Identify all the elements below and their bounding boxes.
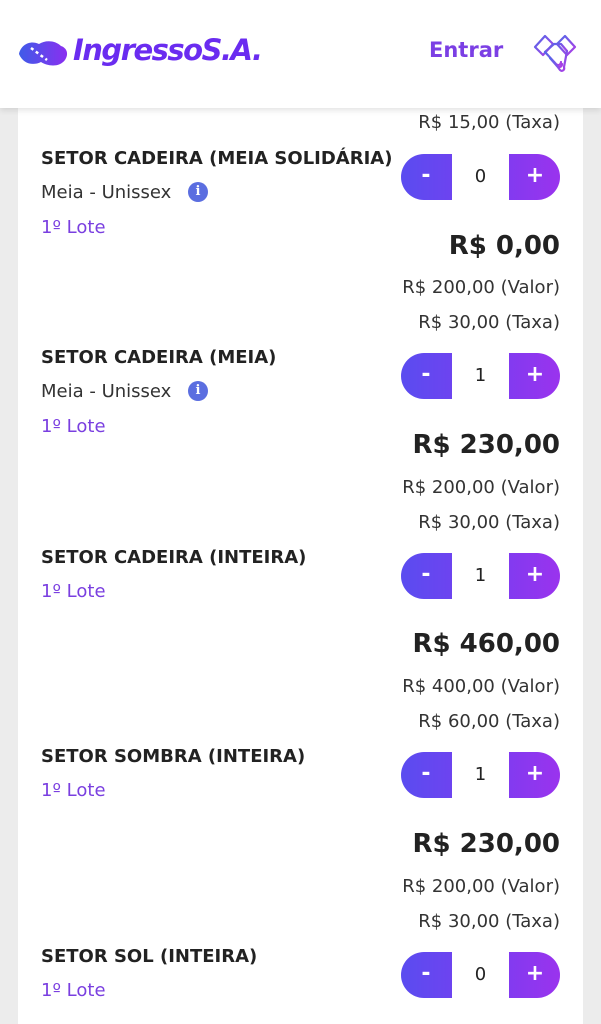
fee-line: R$ 30,00 (Taxa)	[418, 312, 560, 333]
info-icon[interactable]: i	[188, 182, 208, 202]
quantity-value[interactable]: 1	[452, 752, 509, 798]
lot-label: 1º Lote	[41, 581, 106, 602]
total-price: R$ 0,00	[448, 231, 560, 261]
total-price: R$ 230,00	[412, 430, 561, 460]
brand-name[interactable]: IngressoS.A.	[73, 33, 263, 67]
value-line: R$ 400,00 (Valor)	[402, 676, 560, 697]
info-icon[interactable]: i	[188, 381, 208, 401]
quantity-stepper: - 0 +	[401, 154, 560, 200]
fee-line: R$ 15,00 (Taxa)	[418, 112, 560, 133]
handshake-icon[interactable]	[532, 32, 578, 78]
sector-title: SETOR CADEIRA (MEIA SOLIDÁRIA)	[41, 148, 393, 169]
increment-button[interactable]: +	[510, 752, 560, 798]
increment-button[interactable]: +	[510, 553, 560, 599]
increment-button[interactable]: +	[510, 353, 560, 399]
decrement-button[interactable]: -	[401, 154, 451, 200]
quantity-stepper: - 0 +	[401, 952, 560, 998]
ticket-logo-icon[interactable]	[17, 38, 69, 68]
login-link[interactable]: Entrar	[429, 38, 503, 62]
fee-line: R$ 60,00 (Taxa)	[418, 711, 560, 732]
fee-line: R$ 30,00 (Taxa)	[418, 512, 560, 533]
sector-title: SETOR CADEIRA (INTEIRA)	[41, 547, 307, 568]
quantity-value[interactable]: 1	[452, 553, 509, 599]
app-header: IngressoS.A. Entrar	[0, 0, 601, 108]
value-line: R$ 200,00 (Valor)	[402, 277, 560, 298]
ticket-selection-panel: R$ 15,00 (Taxa) SETOR CADEIRA (MEIA SOLI…	[18, 108, 583, 1024]
value-line: R$ 200,00 (Valor)	[402, 876, 560, 897]
decrement-button[interactable]: -	[401, 752, 451, 798]
lot-label: 1º Lote	[41, 416, 106, 437]
sector-title: SETOR SOL (INTEIRA)	[41, 946, 258, 967]
lot-label: 1º Lote	[41, 980, 106, 1001]
quantity-value[interactable]: 0	[452, 154, 509, 200]
quantity-stepper: - 1 +	[401, 353, 560, 399]
quantity-stepper: - 1 +	[401, 553, 560, 599]
total-price: R$ 230,00	[412, 829, 561, 859]
sector-title: SETOR SOMBRA (INTEIRA)	[41, 746, 306, 767]
total-price: R$ 460,00	[412, 629, 561, 659]
sector-subtitle: Meia - Unissex	[41, 182, 172, 203]
sector-subtitle: Meia - Unissex	[41, 381, 172, 402]
quantity-value[interactable]: 0	[452, 952, 509, 998]
quantity-value[interactable]: 1	[452, 353, 509, 399]
value-line: R$ 200,00 (Valor)	[402, 477, 560, 498]
decrement-button[interactable]: -	[401, 952, 451, 998]
fee-line: R$ 30,00 (Taxa)	[418, 911, 560, 932]
increment-button[interactable]: +	[510, 952, 560, 998]
increment-button[interactable]: +	[510, 154, 560, 200]
lot-label: 1º Lote	[41, 217, 106, 238]
lot-label: 1º Lote	[41, 780, 106, 801]
quantity-stepper: - 1 +	[401, 752, 560, 798]
decrement-button[interactable]: -	[401, 553, 451, 599]
sector-title: SETOR CADEIRA (MEIA)	[41, 347, 277, 368]
decrement-button[interactable]: -	[401, 353, 451, 399]
